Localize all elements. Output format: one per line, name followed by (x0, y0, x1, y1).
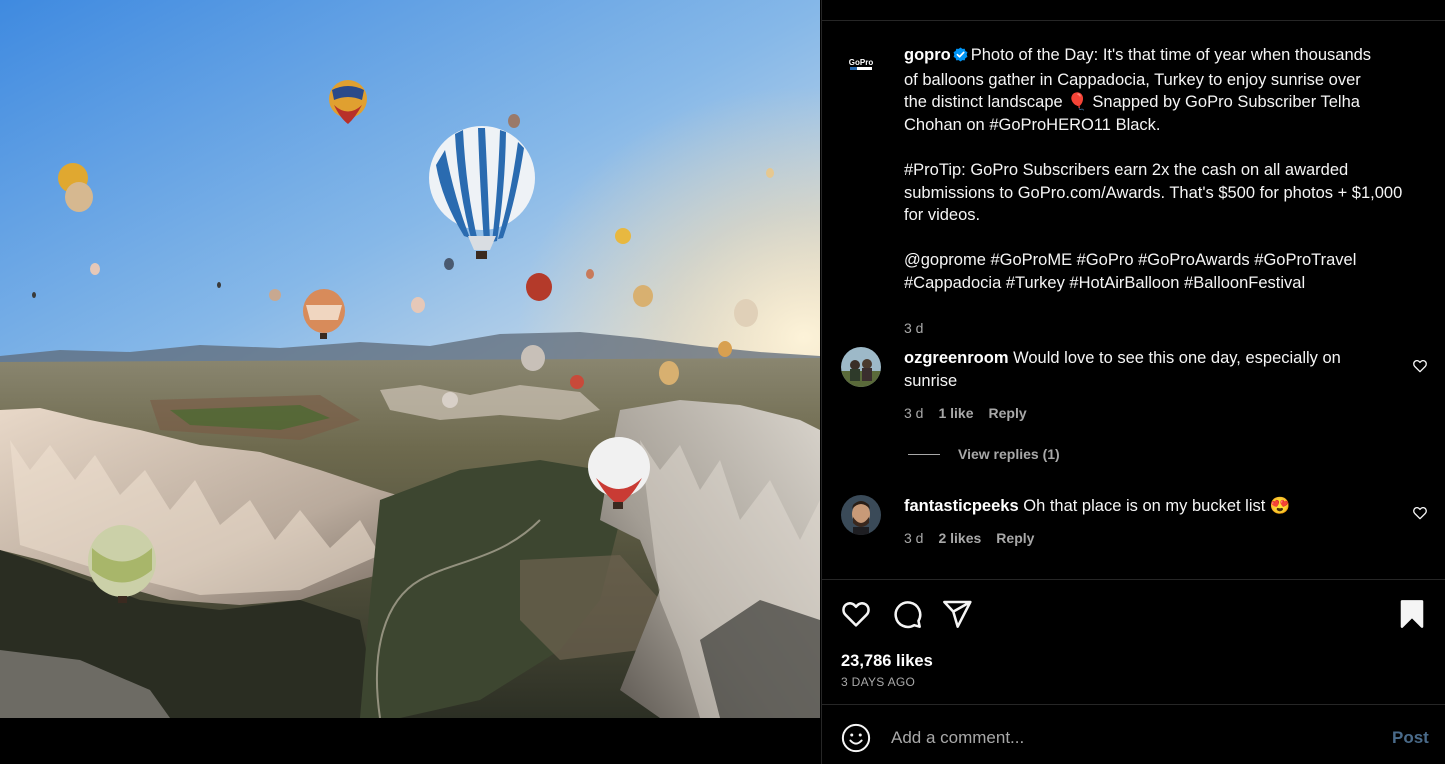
comment-likes[interactable]: 2 likes (938, 530, 981, 546)
gopro-logo-text: GoPro (849, 58, 874, 67)
caption-timestamp[interactable]: 3 d (904, 320, 923, 336)
add-comment-bar: Post (822, 704, 1445, 764)
comment-input[interactable] (891, 723, 1371, 753)
comment-reply-button[interactable]: Reply (989, 405, 1027, 421)
comment-like-heart-icon[interactable] (1412, 358, 1428, 374)
caption-protip: #ProTip: GoPro Subscribers earn 2x the c… (904, 160, 1407, 225)
comment-time[interactable]: 3 d (904, 530, 923, 546)
post-actions: 23,786 likes 3 DAYS AGO (822, 579, 1445, 704)
comment-like-heart-icon[interactable] (1412, 505, 1428, 521)
comment-avatar[interactable] (841, 495, 881, 535)
caption-line-3: the distinct landscape 🎈 Snapped by GoPr… (904, 93, 1360, 112)
post-caption: gopro Photo of the Day: It's that time of… (904, 44, 1414, 295)
comments-section[interactable]: GoPro gopro Photo of the Day: It's that t… (822, 22, 1445, 579)
comment-avatar[interactable] (841, 347, 881, 387)
verified-badge-icon (953, 46, 968, 69)
caption-username[interactable]: gopro (904, 46, 951, 64)
comment-username[interactable]: fantasticpeeks (904, 497, 1019, 515)
comment-body: Oh that place is on my bucket list 😍 (1023, 497, 1291, 515)
heart-icon[interactable] (840, 598, 872, 630)
post-comment-button[interactable]: Post (1392, 728, 1429, 748)
view-replies-label: View replies (1) (958, 446, 1060, 462)
comment-text: ozgreenroom Would love to see this one d… (904, 347, 1384, 393)
post-date[interactable]: 3 DAYS AGO (841, 675, 915, 689)
comment-meta: 3 d 1 like Reply (904, 405, 1027, 421)
panel-header (822, 0, 1445, 21)
comment-username[interactable]: ozgreenroom (904, 349, 1009, 367)
view-replies-button[interactable]: View replies (1) (908, 446, 1060, 462)
comment-reply-button[interactable]: Reply (996, 530, 1034, 546)
likes-count[interactable]: 23,786 likes (841, 652, 933, 671)
caption-hashtags: @goprome #GoProME #GoPro #GoProAwards #G… (904, 251, 1361, 292)
caption-line-4: Chohan on #GoProHERO11 Black. (904, 115, 1161, 134)
comment-time[interactable]: 3 d (904, 405, 923, 421)
comment-meta: 3 d 2 likes Reply (904, 530, 1034, 546)
comment-likes[interactable]: 1 like (938, 405, 973, 421)
emoji-icon[interactable] (841, 723, 871, 753)
comment-text: fantasticpeeks Oh that place is on my bu… (904, 495, 1384, 518)
caption-line-1: Photo of the Day: It's that time of year… (970, 46, 1372, 64)
post-details-panel: GoPro gopro Photo of the Day: It's that t… (821, 0, 1445, 764)
caption-line-2: of balloons gather in Cappadocia, Turkey… (904, 70, 1361, 89)
comment-icon[interactable] (891, 598, 923, 630)
post-photo[interactable] (0, 0, 820, 718)
post-media[interactable] (0, 0, 820, 764)
replies-divider-line (908, 453, 940, 455)
send-icon[interactable] (941, 598, 973, 630)
bookmark-icon[interactable] (1396, 598, 1428, 630)
gopro-avatar[interactable]: GoPro (841, 44, 881, 84)
